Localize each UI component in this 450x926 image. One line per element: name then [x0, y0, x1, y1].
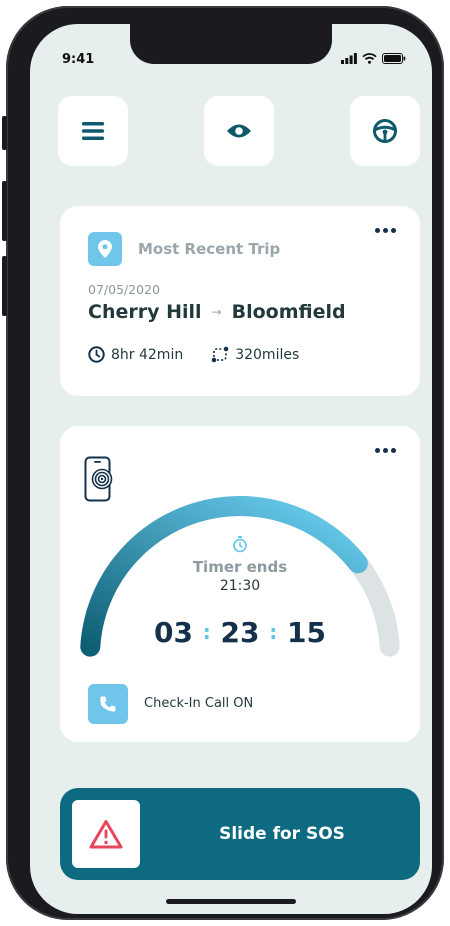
wifi-icon	[362, 53, 377, 64]
timer-card: Timer ends 21:30 03 : 23 : 15 Check-In C…	[60, 426, 420, 742]
more-icon	[375, 448, 380, 453]
drive-mode-button[interactable]	[350, 96, 420, 166]
eye-icon	[227, 124, 251, 138]
timer-separator: :	[269, 620, 278, 644]
location-pin-icon	[98, 240, 112, 258]
route-icon	[211, 346, 229, 363]
status-time: 9:41	[62, 52, 95, 67]
status-icons	[341, 53, 406, 64]
timer-minutes: 23	[220, 616, 260, 649]
timer-label: Timer ends	[192, 558, 288, 576]
app-screen: 9:41 Most Recent Trip 07/05/2020 Cherry …	[30, 24, 432, 914]
phone-frame: 9:41 Most Recent Trip 07/05/2020 Cherry …	[2, 6, 444, 920]
trip-title: Most Recent Trip	[138, 240, 281, 258]
trip-date: 07/05/2020	[88, 282, 161, 297]
recent-trip-card[interactable]: Most Recent Trip 07/05/2020 Cherry Hill …	[60, 206, 420, 396]
more-icon	[391, 448, 396, 453]
trip-route: Cherry Hill → Bloomfield	[88, 301, 346, 323]
warning-triangle-icon	[89, 820, 123, 849]
hamburger-menu-icon	[82, 122, 104, 140]
cellular-signal-icon	[341, 53, 357, 64]
trip-distance: 320miles	[235, 346, 300, 363]
route-arrow: →	[211, 305, 222, 319]
more-options-button[interactable]	[375, 228, 396, 233]
phone-side-button	[2, 256, 7, 316]
timer-separator: :	[202, 620, 211, 644]
phone-side-button	[2, 116, 7, 150]
more-icon	[375, 228, 380, 233]
location-pin-badge	[88, 232, 122, 266]
check-in-call-toggle[interactable]	[88, 684, 128, 724]
stopwatch-icon	[233, 536, 247, 553]
sos-slider-handle[interactable]	[72, 800, 140, 868]
sos-slider[interactable]: Slide for SOS	[60, 788, 420, 880]
more-icon	[383, 228, 388, 233]
sos-label: Slide for SOS	[219, 824, 345, 844]
trip-origin: Cherry Hill	[88, 301, 202, 323]
timer-hours: 03	[154, 616, 194, 649]
menu-button[interactable]	[58, 96, 128, 166]
timer-end-time: 21:30	[219, 578, 261, 594]
trip-stats: 8hr 42min 320miles	[88, 346, 299, 363]
timer-more-options-button[interactable]	[375, 448, 396, 453]
phone-notch	[130, 24, 332, 64]
trip-duration-stat: 8hr 42min	[88, 346, 183, 363]
steering-wheel-icon	[373, 119, 397, 143]
clock-icon	[88, 346, 105, 363]
view-button[interactable]	[204, 96, 274, 166]
phone-icon	[100, 696, 116, 712]
more-icon	[391, 228, 396, 233]
home-indicator	[166, 899, 296, 904]
timer-countdown: 03 : 23 : 15	[60, 616, 420, 649]
check-in-call-label: Check-In Call ON	[144, 696, 254, 711]
trip-destination: Bloomfield	[231, 301, 346, 323]
phone-side-button	[2, 181, 7, 241]
more-icon	[383, 448, 388, 453]
trip-duration: 8hr 42min	[111, 346, 184, 363]
battery-icon	[382, 53, 406, 64]
trip-distance-stat: 320miles	[211, 346, 299, 363]
timer-seconds: 15	[286, 616, 326, 649]
